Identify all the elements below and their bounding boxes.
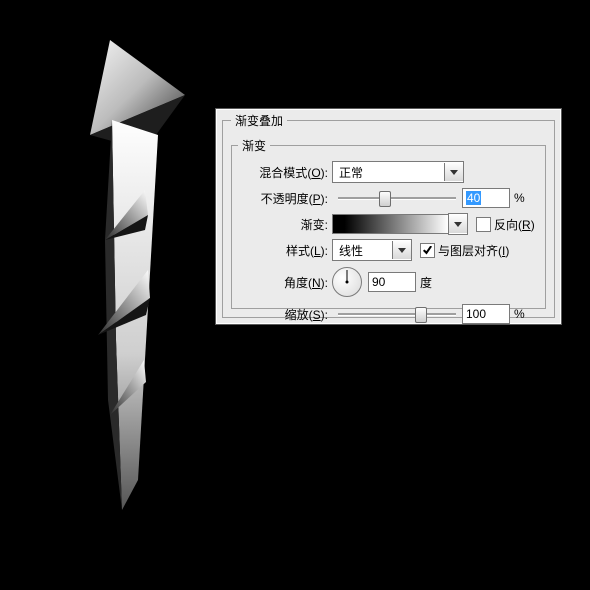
stylized-glyph	[50, 40, 230, 510]
slider-thumb[interactable]	[415, 307, 427, 323]
group-title: 渐变叠加	[231, 112, 287, 129]
scale-slider[interactable]	[338, 304, 456, 324]
scale-input[interactable]: 100	[462, 304, 510, 324]
opacity-input[interactable]: 40	[462, 188, 510, 208]
slider-track	[338, 197, 456, 200]
style-select[interactable]: 线性	[332, 239, 412, 261]
blend-mode-label: 混合模式(O):	[232, 164, 332, 181]
opacity-slider[interactable]	[338, 188, 456, 208]
angle-dial[interactable]	[332, 267, 362, 297]
angle-unit: 度	[416, 274, 432, 291]
gradient-swatch[interactable]	[332, 214, 449, 234]
gradient-group: 渐变 混合模式(O): 正常 不透明度(P): 40	[231, 137, 546, 309]
reverse-label: 反向(R)	[494, 216, 535, 233]
angle-label: 角度(N):	[232, 274, 332, 291]
dropdown-button[interactable]	[392, 241, 411, 259]
chevron-down-icon	[398, 248, 406, 253]
reverse-checkbox[interactable]	[476, 217, 491, 232]
angle-center-dot	[346, 281, 349, 284]
angle-input[interactable]: 90	[368, 272, 416, 292]
gradient-label: 渐变:	[232, 216, 332, 233]
scale-unit: %	[510, 307, 525, 321]
gradient-overlay-group: 渐变叠加 渐变 混合模式(O): 正常 不透明度(P):	[222, 112, 555, 318]
canvas-area: 渐变叠加 渐变 混合模式(O): 正常 不透明度(P):	[0, 0, 590, 590]
chevron-down-icon	[454, 222, 462, 227]
slider-thumb[interactable]	[379, 191, 391, 207]
blend-mode-value: 正常	[333, 164, 444, 181]
gradient-overlay-panel: 渐变叠加 渐变 混合模式(O): 正常 不透明度(P):	[215, 108, 562, 325]
align-checkbox[interactable]	[420, 243, 435, 258]
scale-label: 缩放(S):	[232, 306, 332, 323]
blend-mode-select[interactable]: 正常	[332, 161, 464, 183]
gradient-picker-button[interactable]	[448, 213, 468, 235]
dropdown-button[interactable]	[444, 163, 463, 181]
opacity-unit: %	[510, 191, 525, 205]
style-label: 样式(L):	[232, 242, 332, 259]
slider-track	[338, 313, 456, 316]
subgroup-title: 渐变	[238, 137, 270, 154]
chevron-down-icon	[450, 170, 458, 175]
align-label: 与图层对齐(I)	[438, 242, 509, 259]
opacity-label: 不透明度(P):	[232, 190, 332, 207]
style-value: 线性	[333, 242, 392, 259]
